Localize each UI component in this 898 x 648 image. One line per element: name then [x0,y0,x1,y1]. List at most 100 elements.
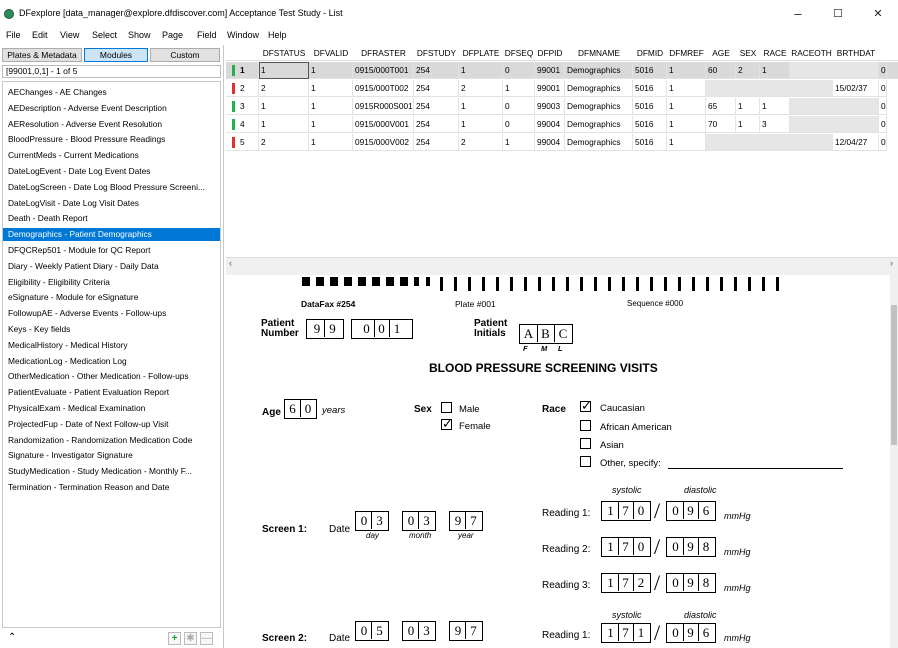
row-header[interactable]: 5 [226,134,259,151]
menu-page[interactable]: Page [162,30,183,40]
table-cell[interactable]: 2 [736,62,760,79]
key-range-field[interactable]: [99001,0,1] - 1 of 5 [2,65,221,78]
screen1-month-box[interactable]: 03 [402,511,436,531]
table-cell[interactable]: 1 [736,98,760,115]
table-cell[interactable]: 0915/000T002 [353,80,414,97]
menu-window[interactable]: Window [227,30,259,40]
row-header[interactable]: 3 [226,98,259,115]
table-cell[interactable]: 99004 [535,134,565,151]
table-row[interactable]: 1 1 1 0915/000T001 254 1 0 99001 Demographics 501… [226,62,898,79]
table-cell[interactable]: 1 [667,134,706,151]
table-cell[interactable] [706,134,736,151]
menu-file[interactable]: File [6,30,21,40]
module-item[interactable]: ProjectedFup - Date of Next Follow-up Vi… [3,418,220,431]
table-cell[interactable] [833,62,879,79]
tab-plates-metadata[interactable]: Plates & Metadata [2,48,82,62]
age-box[interactable]: 60 [284,399,317,419]
screen1-year-box[interactable]: 97 [449,511,483,531]
table-cell[interactable]: Demographics [565,62,633,79]
table-cell[interactable]: 1 [309,98,353,115]
module-item[interactable]: Termination - Termination Reason and Dat… [3,481,220,494]
table-row[interactable]: 5 2 1 0915/000V002 254 2 1 99004 Demographics 501… [226,134,898,151]
diastolic-box[interactable]: 098 [666,537,716,557]
table-cell[interactable]: 0 [879,116,887,133]
add-module-button[interactable]: + [168,632,181,645]
table-cell[interactable] [790,62,833,79]
column-header[interactable]: DFSEQ [503,45,535,61]
column-header[interactable]: RACE [760,45,790,61]
race-other-checkbox[interactable] [580,456,591,467]
module-item[interactable]: MedicalHistory - Medical History [3,339,220,352]
table-cell[interactable]: 65 [706,98,736,115]
race-asian-checkbox[interactable] [580,438,591,449]
column-header[interactable] [226,45,259,61]
column-header[interactable]: DFVALID [309,45,353,61]
column-header[interactable]: DFSTUDY [414,45,459,61]
column-header[interactable]: DFMREF [667,45,706,61]
table-cell[interactable]: 1 [667,116,706,133]
module-item[interactable]: FollowupAE - Adverse Events - Follow-ups [3,307,220,320]
table-cell[interactable]: 1 [736,116,760,133]
table-cell[interactable]: 1 [259,98,309,115]
sex-male-checkbox[interactable] [441,402,452,413]
table-cell[interactable] [833,98,879,115]
table-cell[interactable]: 2 [259,134,309,151]
module-item[interactable]: eSignature - Module for eSignature [3,291,220,304]
table-cell[interactable]: 15/02/37 [833,80,879,97]
module-item[interactable]: PatientEvaluate - Patient Evaluation Rep… [3,386,220,399]
horizontal-scrollbar[interactable]: ‹ › [226,257,898,269]
scroll-right-icon[interactable]: › [890,258,893,268]
table-cell[interactable] [760,134,790,151]
table-cell[interactable]: 2 [259,80,309,97]
module-item[interactable]: Diary - Weekly Patient Diary - Daily Dat… [3,260,220,273]
screen1-day-box[interactable]: 03 [355,511,389,531]
table-cell[interactable]: 254 [414,98,459,115]
screen2-day-box[interactable]: 05 [355,621,389,641]
table-cell[interactable]: 254 [414,116,459,133]
column-header[interactable]: DFPID [535,45,565,61]
table-cell[interactable]: 1 [459,98,503,115]
module-item[interactable]: BloodPressure - Blood Pressure Readings [3,133,220,146]
module-item[interactable]: CurrentMeds - Current Medications [3,149,220,162]
module-item[interactable]: Keys - Key fields [3,323,220,336]
table-cell[interactable]: 12/04/27 [833,134,879,151]
diastolic-box[interactable]: 098 [666,573,716,593]
module-list[interactable]: AEChanges - AE Changes AEDescription - Ad… [2,81,221,628]
table-cell[interactable]: 99001 [535,80,565,97]
table-cell[interactable]: Demographics [565,116,633,133]
menu-view[interactable]: View [60,30,79,40]
table-cell[interactable]: 1 [259,62,309,79]
column-header[interactable]: DFMNAME [565,45,633,61]
table-cell[interactable]: 60 [706,62,736,79]
column-header[interactable]: DFPLATE [459,45,503,61]
screen2-year-box[interactable]: 97 [449,621,483,641]
module-item[interactable]: AEDescription - Adverse Event Descriptio… [3,102,220,115]
table-cell[interactable] [760,80,790,97]
table-cell[interactable] [706,80,736,97]
table-cell[interactable]: Demographics [565,80,633,97]
table-cell[interactable]: 1 [459,116,503,133]
table-cell[interactable]: 0 [503,116,535,133]
table-cell[interactable]: 0915/000V002 [353,134,414,151]
table-cell[interactable]: 99003 [535,98,565,115]
module-item[interactable]: DFQCRep501 - Module for QC Report [3,244,220,257]
module-item[interactable]: MedicationLog - Medication Log [3,355,220,368]
table-cell[interactable]: 3 [760,116,790,133]
module-item[interactable]: DateLogVisit - Date Log Visit Dates [3,197,220,210]
table-cell[interactable]: 254 [414,134,459,151]
patient-number-box-2[interactable]: 001 [351,319,413,339]
patient-initials-box[interactable]: ABC [519,324,573,344]
column-header[interactable]: AGE [706,45,736,61]
table-cell[interactable] [790,134,833,151]
vertical-scrollbar[interactable] [890,275,898,648]
table-cell[interactable]: 1 [760,62,790,79]
maximize-button[interactable]: ☐ [818,0,858,28]
star-module-button[interactable]: ✱ [184,632,197,645]
table-cell[interactable]: 1 [503,80,535,97]
tab-custom[interactable]: Custom [150,48,220,62]
table-row[interactable]: 3 1 1 0915R000S001 254 1 0 99003 Demographics 501… [226,98,898,115]
table-cell[interactable] [790,116,833,133]
table-cell[interactable]: 1 [667,98,706,115]
scroll-left-icon[interactable]: ‹ [229,258,232,268]
systolic-box[interactable]: 172 [601,573,651,593]
